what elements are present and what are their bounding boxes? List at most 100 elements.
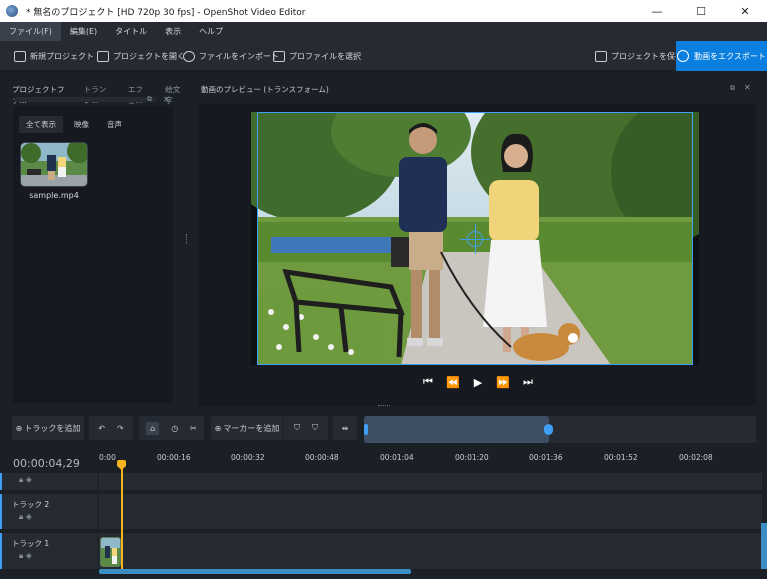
menu-help[interactable]: ヘルプ [190, 22, 232, 41]
undo-redo-group: ↶ ↷ [89, 416, 133, 440]
jump-end-button[interactable]: ⏭ [521, 375, 535, 389]
menu-bar: ファイル(F) 編集(E) タイトル 表示 ヘルプ [0, 22, 767, 41]
menu-edit[interactable]: 編集(E) [61, 22, 106, 41]
preview-area: ⏮ ⏪ ▶ ⏩ ⏭ [199, 104, 756, 406]
ruler-tick: 0:00 [99, 453, 116, 462]
track-lane[interactable] [99, 533, 762, 569]
razor-icon[interactable]: ✂ [190, 424, 197, 433]
minimize-button[interactable]: — [635, 0, 679, 22]
jump-start-button[interactable]: ⏮ [421, 375, 435, 389]
profile-icon [273, 50, 285, 62]
file-name: sample.mp4 [29, 191, 79, 200]
open-project-label: プロジェクトを開く [113, 51, 185, 61]
file-thumbnail[interactable] [20, 142, 88, 187]
ruler-tick: 00:01:36 [529, 453, 563, 462]
snap-razor-group: ⌂ ◷ ✂ [139, 416, 204, 440]
fast-forward-button[interactable]: ⏩ [496, 375, 510, 389]
filter-all[interactable]: 全て表示 [19, 116, 63, 133]
lock-icon[interactable]: 🔒︎ ◈ [19, 512, 32, 522]
playhead-line [121, 462, 123, 569]
file-list: 全て表示 映像 音声 sample.mp4 [13, 106, 173, 403]
timeline-vertical-scrollbar[interactable] [761, 523, 767, 569]
redo-icon[interactable]: ↷ [117, 424, 124, 433]
video-frame[interactable] [251, 112, 699, 365]
window-title: * 無名のプロジェクト [HD 720p 30 fps] - OpenShot … [26, 7, 306, 18]
download-icon [677, 50, 690, 62]
menu-view[interactable]: 表示 [156, 22, 190, 41]
save-project-button[interactable]: プロジェクトを保存 [595, 48, 683, 64]
close-button[interactable]: ✕ [723, 0, 767, 22]
openshot-logo-icon [6, 5, 18, 17]
center-timeline-button[interactable]: ⇹ [333, 416, 357, 440]
track-name: トラック 2 [12, 500, 50, 509]
float-panel-icon[interactable]: ⧉ [147, 95, 152, 104]
tab-transitions[interactable]: トランジ... [84, 84, 118, 106]
ruler-tick: 00:02:08 [679, 453, 713, 462]
center-playhead-icon: ⇹ [341, 423, 349, 433]
project-files-panel: プロジェクトファ... トランジ... エフェ... 絵文字 ⧉ ✕ 全て表示 … [0, 71, 186, 411]
thumbnail-image [21, 143, 87, 186]
splitter-handle[interactable] [186, 234, 188, 244]
maximize-button[interactable]: ☐ [679, 0, 723, 22]
ruler-tick: 00:00:32 [231, 453, 265, 462]
lock-icon[interactable]: 🔒︎ ◈ [19, 475, 32, 485]
clip-thumbnail [101, 538, 120, 566]
filter-audio[interactable]: 音声 [100, 116, 129, 133]
add-marker-label: マーカーを追加 [223, 423, 280, 433]
new-project-button[interactable]: 新規プロジェクト [14, 48, 94, 64]
video-preview-panel: 動画のプレビュー (トランスフォーム) ⧉ ✕ ⏮ ⏪ ▶ ⏩ ⏭ [199, 71, 756, 406]
track-row-2: トラック 2 🔒︎ ◈ [0, 494, 762, 529]
export-video-label: 動画をエクスポート [694, 51, 766, 61]
add-track-button[interactable]: ⊕ トラックを追加 [12, 416, 84, 440]
filter-video[interactable]: 映像 [67, 116, 96, 133]
main-toolbar: 新規プロジェクト プロジェクトを開く ファイルをインポート プロファイルを選択 … [0, 41, 767, 71]
menu-title[interactable]: タイトル [106, 22, 156, 41]
track-row-top: 🔒︎ ◈ [0, 473, 762, 490]
next-marker-icon[interactable]: ⛉ [312, 423, 318, 433]
panel-search-bar[interactable] [14, 97, 156, 102]
track-name: トラック 1 [12, 539, 50, 548]
preview-title: 動画のプレビュー (トランスフォーム) [201, 85, 329, 94]
previous-marker-icon[interactable]: ⛉ [294, 423, 300, 433]
timeline-ruler[interactable]: 0:00 00:00:16 00:00:32 00:00:48 00:01:04… [99, 450, 762, 474]
ruler-tick: 00:00:16 [157, 453, 191, 462]
new-project-label: 新規プロジェクト [30, 51, 94, 61]
float-preview-icon[interactable]: ⧉ [730, 84, 735, 93]
close-preview-icon[interactable]: ✕ [744, 83, 751, 92]
add-track-label: トラックを追加 [24, 423, 81, 433]
export-video-button[interactable]: 動画をエクスポート [676, 41, 767, 71]
ruler-tick: 00:01:52 [604, 453, 638, 462]
track-lane[interactable] [99, 473, 762, 490]
undo-icon[interactable]: ↶ [98, 424, 105, 433]
title-bar: * 無名のプロジェクト [HD 720p 30 fps] - OpenShot … [0, 0, 767, 22]
folder-open-icon [97, 50, 109, 62]
track-lane[interactable] [99, 494, 762, 529]
track-header[interactable]: トラック 1 🔒︎ ◈ [0, 533, 97, 569]
plus-circle-icon: ⊕ [15, 423, 23, 433]
splitter-handle-horizontal[interactable] [378, 405, 390, 407]
video-clip[interactable] [100, 537, 121, 567]
choose-profile-button[interactable]: プロファイルを選択 [273, 48, 361, 64]
tab-project-files[interactable]: プロジェクトファ... [12, 84, 74, 106]
add-marker-button[interactable]: ⊕ マーカーを追加 [211, 416, 283, 440]
lock-icon[interactable]: 🔒︎ ◈ [19, 551, 32, 561]
timeline-zoom-slider[interactable] [364, 416, 756, 443]
open-project-button[interactable]: プロジェクトを開く [97, 48, 185, 64]
ruler-tick: 00:01:04 [380, 453, 414, 462]
track-header[interactable]: トラック 2 🔒︎ ◈ [0, 494, 97, 529]
plus-icon [14, 50, 26, 62]
snap-icon[interactable]: ⌂ [146, 421, 160, 435]
save-icon [595, 50, 607, 62]
import-files-button[interactable]: ファイルをインポート [183, 48, 279, 64]
timeline-horizontal-scrollbar[interactable] [99, 569, 411, 574]
track-header[interactable]: 🔒︎ ◈ [0, 473, 97, 490]
marker-icon: ⊕ [214, 423, 222, 433]
import-files-label: ファイルをインポート [199, 51, 279, 61]
menu-file[interactable]: ファイル(F) [0, 22, 61, 41]
rewind-button[interactable]: ⏪ [446, 375, 460, 389]
choose-profile-label: プロファイルを選択 [289, 51, 361, 61]
marker-nav-group: ⛉ ⛉ [284, 416, 328, 440]
play-button[interactable]: ▶ [471, 375, 485, 389]
close-panel-icon[interactable]: ✕ [163, 95, 170, 104]
timing-icon[interactable]: ◷ [171, 424, 178, 433]
